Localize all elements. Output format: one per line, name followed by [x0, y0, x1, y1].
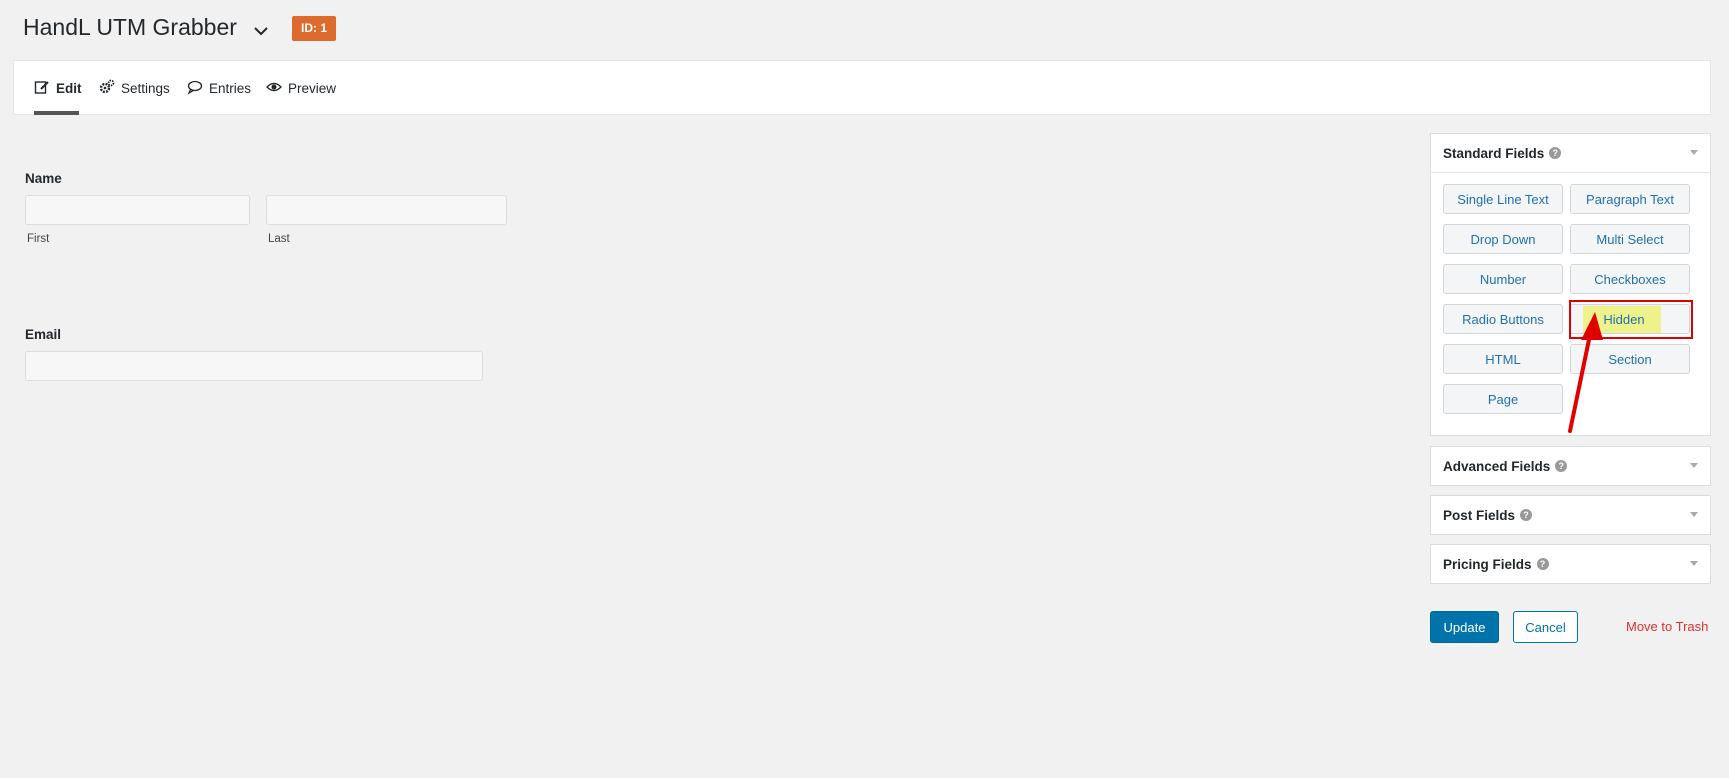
multi-select-button[interactable]: Multi Select	[1570, 224, 1690, 254]
checkboxes-button[interactable]: Checkboxes	[1570, 264, 1690, 294]
last-name-sublabel: Last	[268, 233, 290, 245]
annotation-arrow-icon	[1568, 312, 1603, 433]
pricing-fields-panel[interactable]: Pricing Fields ?	[1430, 544, 1711, 584]
tab-entries-label: Entries	[209, 81, 252, 96]
caret-down-icon	[1690, 512, 1698, 517]
comment-icon	[187, 79, 203, 98]
number-button[interactable]: Number	[1443, 264, 1563, 294]
tab-preview-label: Preview	[288, 81, 337, 96]
html-button[interactable]: HTML	[1443, 344, 1563, 374]
tab-edit[interactable]: Edit	[34, 61, 82, 116]
pricing-fields-header[interactable]: Pricing Fields ?	[1431, 545, 1710, 583]
first-name-input[interactable]	[25, 195, 250, 225]
drop-down-button[interactable]: Drop Down	[1443, 224, 1563, 254]
edit-icon	[34, 79, 50, 98]
cancel-button[interactable]: Cancel	[1513, 611, 1578, 643]
radio-buttons-button[interactable]: Radio Buttons	[1443, 304, 1563, 334]
help-icon[interactable]: ?	[1536, 558, 1549, 570]
page-button[interactable]: Page	[1443, 384, 1563, 414]
paragraph-text-button[interactable]: Paragraph Text	[1570, 184, 1690, 214]
gears-icon	[99, 79, 115, 98]
tab-entries[interactable]: Entries	[187, 61, 251, 116]
last-name-input[interactable]	[266, 195, 507, 225]
post-fields-panel[interactable]: Post Fields ?	[1430, 495, 1711, 535]
advanced-fields-title: Advanced Fields	[1443, 458, 1551, 474]
tab-preview[interactable]: Preview	[266, 61, 336, 116]
name-field-label: Name	[25, 171, 62, 186]
first-name-sublabel: First	[27, 233, 50, 245]
email-field-label: Email	[25, 327, 62, 342]
post-fields-header[interactable]: Post Fields ?	[1431, 496, 1710, 534]
caret-down-icon	[1690, 150, 1698, 155]
help-icon[interactable]: ?	[1555, 460, 1568, 472]
move-to-trash-link[interactable]: Move to Trash	[1626, 619, 1708, 634]
tab-settings-label: Settings	[121, 81, 170, 96]
panel-divider	[1431, 172, 1710, 173]
caret-down-icon	[1690, 561, 1698, 566]
single-line-text-button[interactable]: Single Line Text	[1443, 184, 1563, 214]
active-tab-indicator	[34, 111, 79, 115]
tab-edit-label: Edit	[56, 81, 82, 96]
standard-fields-header[interactable]: Standard Fields ?	[1431, 134, 1710, 172]
help-icon[interactable]: ?	[1549, 147, 1562, 159]
update-button[interactable]: Update	[1430, 611, 1499, 643]
help-icon[interactable]: ?	[1520, 509, 1533, 521]
caret-down-icon	[1690, 463, 1698, 468]
form-title: HandL UTM Grabber	[23, 14, 237, 40]
form-id-badge: ID: 1	[292, 16, 337, 41]
advanced-fields-panel[interactable]: Advanced Fields ?	[1430, 446, 1711, 486]
eye-icon	[266, 79, 282, 98]
post-fields-title: Post Fields	[1443, 507, 1516, 523]
form-toolbar: Edit Settings Entries Preview	[13, 60, 1711, 115]
tab-settings[interactable]: Settings	[99, 61, 170, 116]
advanced-fields-header[interactable]: Advanced Fields ?	[1431, 447, 1710, 485]
standard-fields-title: Standard Fields	[1443, 145, 1545, 161]
pricing-fields-title: Pricing Fields	[1443, 556, 1532, 572]
email-input[interactable]	[25, 351, 483, 381]
chevron-down-icon[interactable]	[252, 22, 270, 40]
